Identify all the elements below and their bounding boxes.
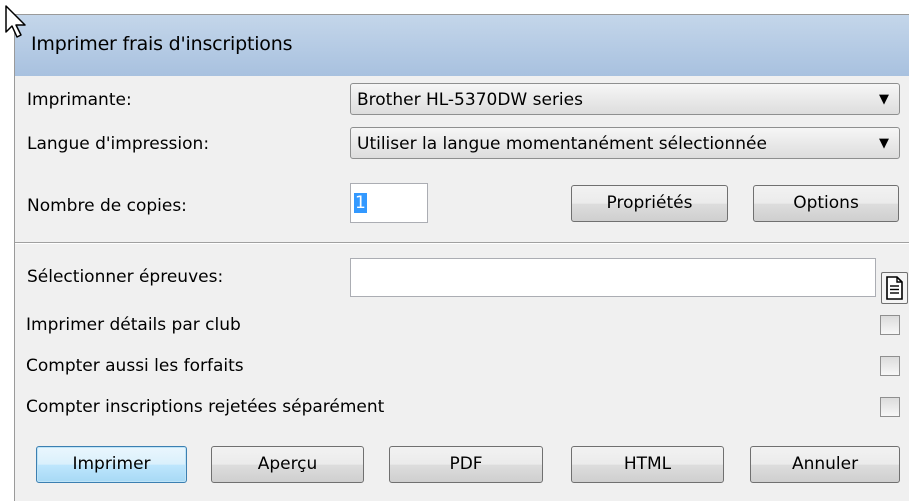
document-icon	[886, 276, 903, 300]
count-rejected-checkbox[interactable]	[880, 397, 900, 417]
properties-button[interactable]: Propriétés	[571, 185, 728, 222]
html-button[interactable]: HTML	[571, 446, 724, 483]
language-select-value: Utiliser la langue momentanément sélecti…	[357, 134, 767, 154]
language-label: Langue d'impression:	[27, 134, 210, 154]
select-events-button[interactable]	[881, 272, 908, 304]
language-select[interactable]: Utiliser la langue momentanément sélecti…	[350, 127, 900, 159]
options-button[interactable]: Options	[753, 185, 899, 222]
cancel-button[interactable]: Annuler	[750, 446, 900, 483]
printer-label: Imprimante:	[27, 90, 132, 110]
count-forfeits-label: Compter aussi les forfaits	[26, 356, 244, 376]
chevron-down-icon: ▼	[879, 136, 889, 151]
club-details-checkbox[interactable]	[880, 315, 900, 335]
count-forfeits-checkbox[interactable]	[880, 356, 900, 376]
club-details-label: Imprimer détails par club	[26, 315, 241, 335]
count-rejected-label: Compter inscriptions rejetées séparément	[26, 397, 385, 417]
section-divider	[15, 242, 909, 244]
printer-select[interactable]: Brother HL-5370DW series ▼	[350, 83, 900, 115]
copies-input-value: 1	[354, 193, 367, 213]
print-button[interactable]: Imprimer	[36, 446, 187, 483]
copies-input[interactable]: 1	[350, 183, 428, 223]
pdf-button[interactable]: PDF	[389, 446, 543, 483]
print-registration-fees-dialog: Imprimer frais d'inscriptions Imprimante…	[14, 14, 909, 501]
printer-select-value: Brother HL-5370DW series	[357, 90, 583, 110]
events-label: Sélectionner épreuves:	[27, 267, 224, 287]
mouse-pointer-icon	[5, 5, 26, 38]
window-title: Imprimer frais d'inscriptions	[31, 33, 293, 55]
chevron-down-icon: ▼	[879, 92, 889, 107]
preview-button[interactable]: Aperçu	[211, 446, 364, 483]
events-input[interactable]	[350, 258, 876, 297]
copies-label: Nombre de copies:	[27, 196, 187, 216]
title-bar: Imprimer frais d'inscriptions	[15, 15, 909, 76]
